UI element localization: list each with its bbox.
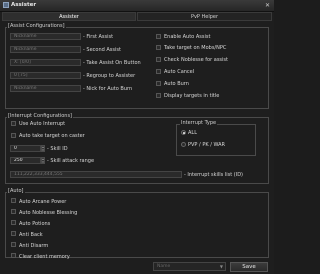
anti-back-checkbox[interactable] [11,231,16,236]
interrupt-type-pvp-label: PVP / PK / WAR [188,142,226,148]
assist-button-input[interactable]: X: [0/0] [10,59,81,66]
anti-disarm-label: Anti Disarm [19,243,49,249]
check-noblesse-label: Check Noblesse for assist [164,57,228,63]
auto-potions-label: Auto Potions [19,221,51,227]
interrupt-type-pvp-radio[interactable] [181,142,186,147]
interrupt-type-title: Interrupt Type [180,120,218,126]
save-button[interactable]: Save [230,262,268,272]
tab-pvp-helper[interactable]: PvP Helper [137,12,272,21]
enable-auto-assist-checkbox[interactable] [156,34,161,39]
app-icon [3,2,9,8]
auto-burn-label: Auto Burn [164,81,189,87]
skill-range-input[interactable]: 250 [10,157,41,164]
use-auto-interrupt-label: Use Auto Interrupt [19,121,66,127]
interrupt-skills-list-label: - Interrupt skills list (ID) [184,172,244,178]
auto-burn-nick-input[interactable]: Nickname [10,85,81,92]
interrupt-skills-list-input[interactable]: 111,222,333,444,555 [10,171,182,178]
interrupt-type-all-radio[interactable] [181,130,186,135]
auto-burn-checkbox[interactable] [156,81,161,86]
take-target-mobs-label: Take target on Mobs/NPC [164,45,227,51]
window-title: Assister [11,2,37,8]
skill-id-input[interactable]: 0 [10,145,41,152]
first-assist-label: - First Assist [83,34,114,40]
auto-noblesse-checkbox[interactable] [11,209,16,214]
chevron-down-icon: ▼ [219,264,223,269]
assist-config-title: [Assist Configurations] [7,23,66,29]
tab-bar: Assister PvP Helper [0,12,274,21]
auto-take-target-caster-checkbox[interactable] [11,133,16,138]
auto-take-target-caster-label: Auto take target on caster [19,133,85,139]
skill-range-spinner[interactable]: ▴ ▾ [41,157,45,164]
assist-button-label: - Take Assist On Button [83,60,141,66]
auto-arcane-power-checkbox[interactable] [11,198,16,203]
assister-window: Assister ✕ Assister PvP Helper [Assist C… [0,0,274,274]
auto-potions-checkbox[interactable] [11,220,16,225]
close-icon[interactable]: ✕ [264,2,271,9]
skill-id-label: - Skill ID [47,146,68,152]
auto-title: [Auto] [7,188,25,194]
clear-memory-checkbox[interactable] [11,253,16,258]
profile-select[interactable]: Name ▼ [153,262,226,271]
take-target-mobs-checkbox[interactable] [156,45,161,50]
regroup-label: - Regroup to Assister [83,73,136,79]
auto-cancel-checkbox[interactable] [156,69,161,74]
auto-arcane-power-label: Auto Arcane Power [19,199,67,205]
auto-noblesse-label: Auto Noblesse Blessing [19,210,78,216]
interrupt-config-title: [Interrupt Configurations] [7,113,74,119]
display-targets-label: Display targets in title [164,93,220,99]
auto-cancel-label: Auto Cancel [164,69,195,75]
clear-memory-label: Clear client memory [19,254,70,260]
auto-burn-nick-label: - Nick for Auto Burn [83,86,133,92]
anti-back-label: Anti Back [19,232,43,238]
interrupt-type-all-label: ALL [188,130,197,136]
skill-range-label: - Skill attack range [47,158,95,164]
title-bar[interactable]: Assister ✕ [0,0,274,12]
enable-auto-assist-label: Enable Auto Assist [164,34,211,40]
anti-disarm-checkbox[interactable] [11,242,16,247]
check-noblesse-checkbox[interactable] [156,57,161,62]
first-assist-input[interactable]: Nickname [10,33,81,40]
tab-assister[interactable]: Assister [2,12,136,21]
display-targets-checkbox[interactable] [156,93,161,98]
interrupt-type-group [176,124,256,156]
regroup-input[interactable]: 0 [75] [10,72,81,79]
second-assist-label: - Second Assist [83,47,121,53]
use-auto-interrupt-checkbox[interactable] [11,121,16,126]
second-assist-input[interactable]: Nickname [10,46,81,53]
profile-select-value: Name [157,264,171,269]
skill-id-spinner[interactable]: ▴ ▾ [41,145,45,152]
